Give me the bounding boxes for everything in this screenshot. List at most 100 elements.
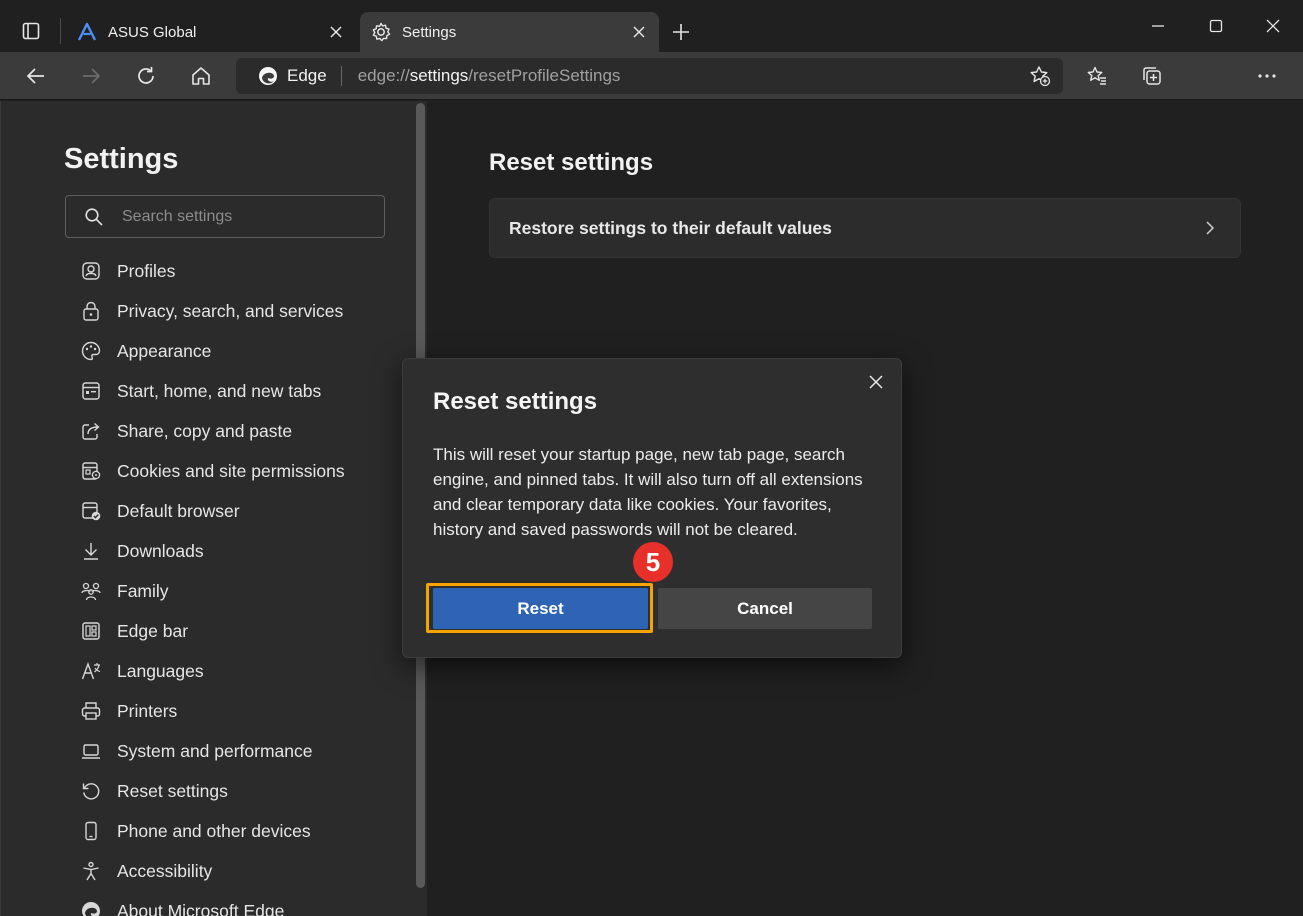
close-icon — [869, 375, 883, 389]
cookies-icon — [79, 459, 103, 483]
new-tab-button[interactable] — [664, 15, 698, 49]
tab-title: ASUS Global — [108, 23, 197, 41]
sidebar-item-label: Reset settings — [117, 780, 228, 801]
site-identity: Edge — [287, 66, 327, 85]
settings-sidebar: Settings Profiles Privacy, search, and s… — [0, 101, 428, 916]
sidebar-item-label: Default browser — [117, 500, 240, 521]
sidebar-item-reset[interactable]: Reset settings — [79, 771, 399, 811]
sidebar-item-label: Downloads — [117, 540, 204, 561]
close-icon — [330, 26, 342, 38]
sidebar-item-privacy[interactable]: Privacy, search, and services — [79, 291, 399, 331]
sidebar-title: Settings — [64, 143, 179, 175]
sidebar-item-label: Edge bar — [117, 620, 189, 641]
sidebar-item-printers[interactable]: Printers — [79, 691, 399, 731]
sidebar-item-family[interactable]: Family — [79, 571, 399, 611]
sidebar-item-label: Printers — [117, 700, 178, 721]
navigation-toolbar: Edge edge://settings/resetProfileSetting… — [0, 52, 1303, 141]
tab-actions-button[interactable] — [14, 14, 48, 48]
tab-settings[interactable]: Settings — [360, 12, 659, 52]
sidebar-item-cookies[interactable]: Cookies and site permissions — [79, 451, 399, 491]
close-tab-button[interactable] — [324, 20, 348, 44]
sidebar-item-default-browser[interactable]: Default browser — [79, 491, 399, 531]
close-icon — [633, 26, 645, 38]
printer-icon — [79, 699, 103, 723]
maximize-icon — [1209, 19, 1223, 33]
more-options-button[interactable] — [1250, 59, 1284, 93]
tab-actions-icon — [22, 22, 40, 40]
sidebar-item-label: Privacy, search, and services — [117, 300, 344, 321]
url-host: settings — [409, 66, 469, 85]
restore-defaults-row[interactable]: Restore settings to their default values — [489, 198, 1241, 258]
home-button[interactable] — [184, 59, 218, 93]
sidebar-item-label: System and performance — [117, 740, 313, 761]
reset-icon — [79, 779, 103, 803]
forward-button[interactable] — [74, 59, 108, 93]
dialog-message: This will reset your startup page, new t… — [433, 445, 863, 539]
close-window-button[interactable] — [1250, 8, 1296, 44]
sidebar-item-share[interactable]: Share, copy and paste — [79, 411, 399, 451]
family-icon — [79, 579, 103, 603]
sidebar-item-label: Family — [117, 580, 169, 601]
back-arrow-icon — [26, 68, 44, 84]
phone-icon — [79, 819, 103, 843]
refresh-button[interactable] — [129, 59, 163, 93]
languages-icon — [79, 659, 103, 683]
cancel-button[interactable]: Cancel — [658, 588, 872, 629]
palette-icon — [79, 339, 103, 363]
sidebar-item-system[interactable]: System and performance — [79, 731, 399, 771]
plus-icon — [673, 24, 689, 40]
search-input[interactable] — [122, 201, 384, 232]
forward-arrow-icon — [83, 68, 101, 84]
add-favorite-icon[interactable] — [1029, 65, 1051, 87]
sidebar-item-label: Accessibility — [117, 860, 213, 881]
sidebar-item-edge-bar[interactable]: Edge bar — [79, 611, 399, 651]
minimize-icon — [1152, 25, 1164, 27]
address-bar[interactable]: Edge edge://settings/resetProfileSetting… — [236, 58, 1063, 94]
sidebar-item-languages[interactable]: Languages — [79, 651, 399, 691]
minimize-button[interactable] — [1135, 8, 1181, 44]
step-number-badge: 5 — [633, 542, 673, 582]
tab-title: Settings — [402, 23, 457, 41]
edge-logo-icon — [259, 67, 277, 85]
maximize-button[interactable] — [1193, 8, 1239, 44]
sidebar-item-profiles[interactable]: Profiles — [79, 251, 399, 291]
sidebar-item-appearance[interactable]: Appearance — [79, 331, 399, 371]
gear-icon — [370, 21, 392, 43]
default-browser-icon — [79, 499, 103, 523]
dialog-close-button[interactable] — [863, 369, 889, 395]
close-tab-button[interactable] — [627, 20, 651, 44]
back-button[interactable] — [19, 59, 53, 93]
accessibility-icon — [79, 859, 103, 883]
share-icon — [79, 419, 103, 443]
sidebar-item-label: Phone and other devices — [117, 820, 311, 841]
tab-asus-global[interactable]: ASUS Global — [66, 12, 356, 52]
address-separator — [340, 66, 342, 86]
lock-icon — [79, 299, 103, 323]
restore-defaults-label: Restore settings to their default values — [509, 217, 832, 238]
sidebar-item-label: Languages — [117, 660, 204, 681]
reset-button[interactable]: Reset — [433, 588, 648, 629]
ellipsis-icon — [1258, 74, 1276, 78]
profile-icon — [79, 259, 103, 283]
sidebar-item-about[interactable]: About Microsoft Edge — [79, 891, 399, 916]
dialog-title: Reset settings — [433, 388, 598, 415]
url-text: edge://settings/resetProfileSettings — [358, 66, 621, 86]
search-settings-box[interactable] — [65, 195, 385, 238]
page-title: Reset settings — [489, 149, 654, 176]
refresh-icon — [138, 67, 154, 84]
download-icon — [79, 539, 103, 563]
asus-logo-icon — [76, 21, 98, 43]
sidebar-item-phone[interactable]: Phone and other devices — [79, 811, 399, 851]
collections-button[interactable] — [1135, 59, 1169, 93]
sidebar-item-label: About Microsoft Edge — [117, 900, 285, 916]
sidebar-item-label: Cookies and site permissions — [117, 460, 345, 481]
sidebar-item-accessibility[interactable]: Accessibility — [79, 851, 399, 891]
home-icon — [192, 67, 210, 85]
edge-logo-icon — [79, 899, 103, 916]
laptop-icon — [79, 739, 103, 763]
sidebar-item-start-home[interactable]: Start, home, and new tabs — [79, 371, 399, 411]
favorites-button[interactable] — [1080, 59, 1114, 93]
sidebar-item-downloads[interactable]: Downloads — [79, 531, 399, 571]
edge-bar-icon — [79, 619, 103, 643]
collections-icon — [1143, 67, 1161, 85]
